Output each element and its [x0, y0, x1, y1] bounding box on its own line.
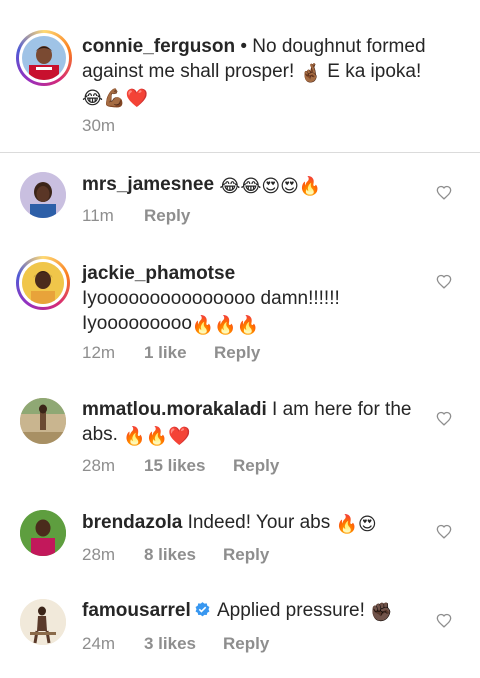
reply-button[interactable]: Reply [214, 343, 260, 363]
reply-button[interactable]: Reply [233, 456, 279, 476]
comment-meta: 24m 3 likes Reply [82, 634, 382, 654]
avatar[interactable] [19, 259, 67, 307]
comment-emojis: 🔥😍 [335, 514, 377, 535]
reply-button[interactable]: Reply [223, 545, 269, 565]
avatar[interactable] [20, 398, 66, 444]
heart-icon[interactable] [436, 613, 452, 628]
avatar[interactable] [20, 599, 66, 645]
caption-emoji-fingers: 🤞🏾 [299, 63, 322, 84]
comment-username[interactable]: mrs_jamesnee [82, 174, 214, 195]
comment-username[interactable]: mmatlou.morakaladi [82, 399, 267, 420]
avatar[interactable] [20, 172, 66, 218]
comment-text: brendazola Indeed! Your abs 🔥😍 [82, 510, 422, 535]
post-caption: connie_ferguson • No doughnut formed aga… [0, 0, 480, 152]
comment-text: mmatlou.morakaladi I am here for the abs… [82, 397, 412, 447]
comment-text: jackie_phamotse Iyooooooooooooooo damn!!… [82, 261, 422, 336]
caption-meta: 30m [82, 116, 382, 136]
caption-body-tail: E ka ipoka! [321, 61, 422, 82]
heart-icon[interactable] [436, 524, 452, 539]
avatar[interactable] [20, 510, 66, 556]
comment-username[interactable]: famousarrel [82, 600, 191, 621]
likes-count[interactable]: 1 like [144, 343, 187, 363]
comment-meta: 12m 1 like Reply [82, 343, 382, 363]
avatar[interactable] [19, 33, 69, 83]
comment-emojis: 🔥🔥❤️ [123, 426, 191, 447]
verified-badge-icon [195, 602, 210, 617]
likes-count[interactable]: 3 likes [144, 634, 196, 654]
comment-body-line2: Iyooooooooo [82, 313, 192, 334]
comment-body: Applied pressure! [212, 600, 371, 621]
comment-username[interactable]: jackie_phamotse [82, 261, 422, 286]
comment-username[interactable]: brendazola [82, 512, 182, 533]
comment-emojis: 🔥🔥🔥 [191, 315, 260, 336]
divider [0, 152, 480, 153]
caption-emoji-tail: 😂💪🏾❤️ [82, 88, 148, 109]
heart-icon[interactable] [436, 185, 452, 200]
comment-time: 28m [82, 456, 116, 475]
reply-button[interactable]: Reply [144, 206, 190, 226]
heart-icon[interactable] [436, 274, 452, 289]
comment-time: 11m [82, 206, 114, 225]
comment-emojis: 😂😂😍😍🔥 [219, 176, 322, 197]
comment-emojis: ✊🏿 [370, 602, 393, 623]
likes-count[interactable]: 15 likes [144, 456, 205, 476]
comment-body: Indeed! Your abs [182, 512, 336, 533]
comment-meta: 11m Reply [82, 206, 382, 226]
comment-meta: 28m 8 likes Reply [82, 545, 382, 565]
comment-text: famousarrel Applied pressure! ✊🏿 [82, 598, 422, 623]
caption-time: 30m [82, 116, 116, 135]
likes-count[interactable]: 8 likes [144, 545, 196, 565]
comment-time: 28m [82, 545, 116, 564]
reply-button[interactable]: Reply [223, 634, 269, 654]
heart-icon[interactable] [436, 411, 452, 426]
comment-meta: 28m 15 likes Reply [82, 456, 382, 476]
caption-username[interactable]: connie_ferguson [82, 36, 235, 57]
comment-time: 24m [82, 634, 116, 653]
comment-text: mrs_jamesnee 😂😂😍😍🔥 [82, 172, 422, 197]
comment-time: 12m [82, 343, 116, 362]
comment-body-line1: Iyooooooooooooooo damn!!!!!! [82, 288, 340, 309]
caption-text: connie_ferguson • No doughnut formed aga… [82, 34, 452, 109]
